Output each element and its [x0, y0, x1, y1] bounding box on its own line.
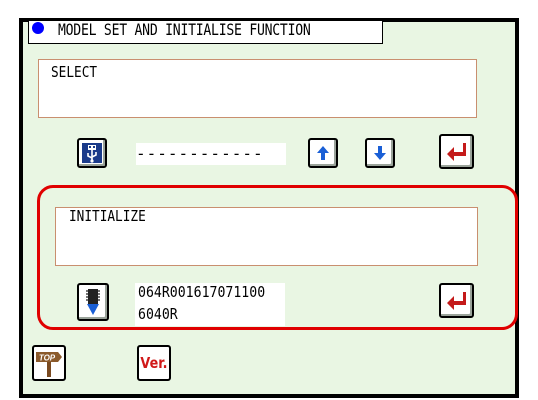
enter-icon — [446, 291, 466, 310]
top-button[interactable]: TOP — [32, 345, 66, 381]
model-code: 6040R — [138, 305, 178, 323]
select-field[interactable] — [38, 59, 477, 118]
page-title: MODEL SET AND INITIALISE FUNCTION — [58, 20, 311, 39]
usb-button[interactable] — [77, 138, 107, 168]
up-button[interactable] — [308, 138, 338, 168]
arrow-down-icon — [374, 146, 386, 160]
initialize-label: INITIALIZE — [69, 207, 146, 225]
status-dot-icon — [32, 22, 44, 34]
download-button[interactable] — [77, 283, 109, 321]
usb-icon — [82, 143, 102, 163]
version-button[interactable]: Ver. — [137, 345, 171, 381]
down-button[interactable] — [365, 138, 395, 168]
select-enter-button[interactable] — [439, 134, 474, 169]
version-label: Ver. — [140, 354, 168, 372]
select-label: SELECT — [51, 63, 98, 81]
top-label: TOP — [39, 354, 56, 363]
top-signpost-icon: TOP — [36, 352, 62, 377]
arrow-up-icon — [317, 146, 329, 160]
enter-icon — [446, 142, 466, 161]
firmware-version: 064R001617071100 — [138, 283, 266, 301]
select-value: ------------ — [136, 143, 286, 165]
download-icon — [86, 289, 100, 315]
initialize-enter-button[interactable] — [439, 283, 474, 318]
